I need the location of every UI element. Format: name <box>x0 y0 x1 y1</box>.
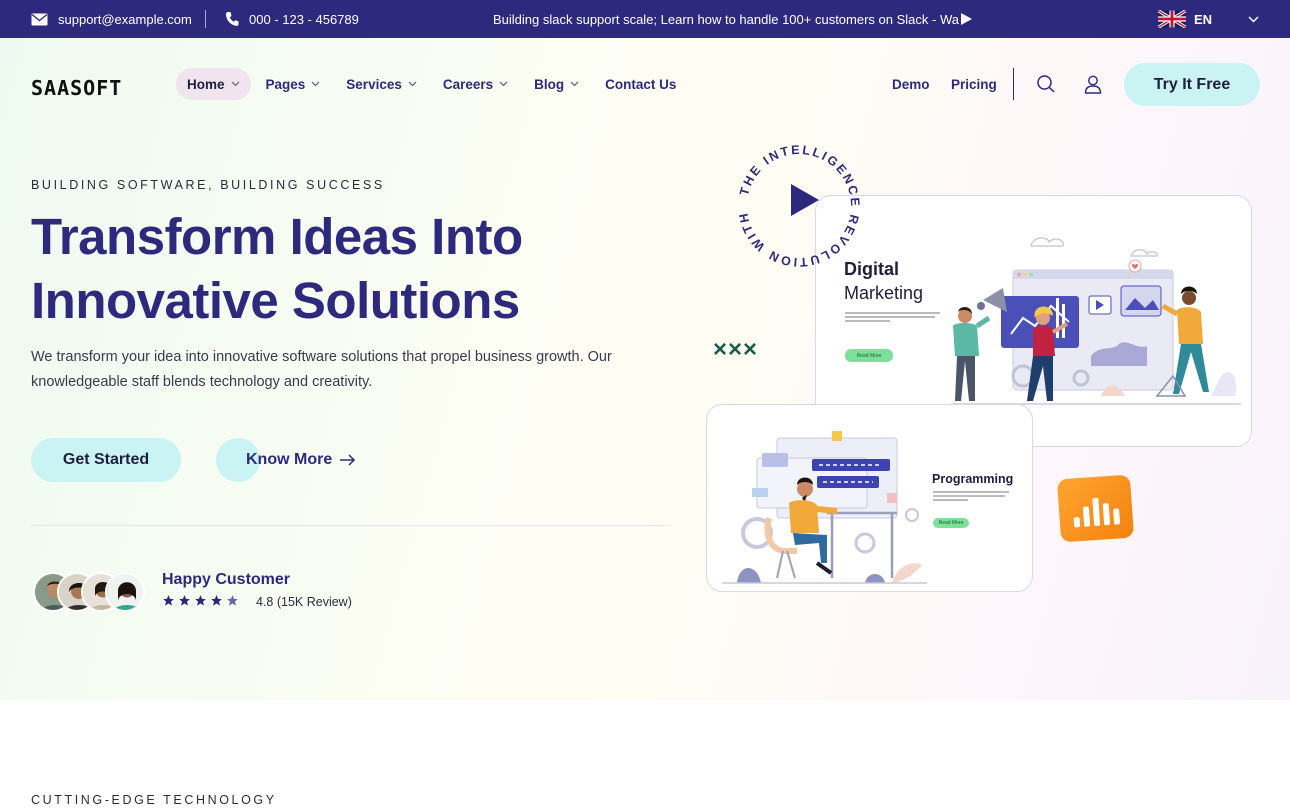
ai-revolution-badge[interactable]: THE INTELLIGENCE REVOLUTION WITH AI <box>733 140 865 272</box>
chevron-down-icon <box>1248 15 1259 23</box>
nav-label: Careers <box>442 76 494 92</box>
chevron-down-icon <box>570 81 579 87</box>
nav-label: Home <box>187 76 225 92</box>
section-eyebrow: CUTTING-EDGE TECHNOLOGY <box>31 793 277 807</box>
headline-line-2: Innovative Solutions <box>31 272 520 329</box>
star-half-icon <box>227 595 238 606</box>
nav-item-home[interactable]: Home <box>176 68 251 100</box>
icon-bar <box>1073 517 1080 528</box>
email-contact[interactable]: support@example.com <box>31 0 192 38</box>
main-nav: Home Pages Services Careers Blog Contact… <box>176 68 687 100</box>
search-icon <box>1037 75 1055 93</box>
get-started-button[interactable]: Get Started <box>31 438 181 482</box>
chevron-down-icon <box>311 81 320 87</box>
phone-icon <box>225 12 239 26</box>
star-icon <box>211 595 222 606</box>
site-logo[interactable]: SAASOFT <box>31 76 122 100</box>
customer-avatars <box>33 572 148 612</box>
hero-lead: We transform your idea into innovative s… <box>31 349 612 390</box>
announcement-ticker[interactable]: Building slack support scale; Learn how … <box>493 0 972 38</box>
marketing-illustration <box>951 237 1241 405</box>
play-icon <box>791 184 819 216</box>
nav-item-pages[interactable]: Pages <box>255 68 332 100</box>
divider <box>205 10 206 28</box>
top-bar: support@example.com 000 - 123 - 456789 B… <box>0 0 1290 38</box>
programming-illustration <box>722 431 927 584</box>
star-icon <box>179 595 190 606</box>
icon-bar <box>1091 497 1100 527</box>
chevron-down-icon <box>408 81 417 87</box>
pricing-link[interactable]: Pricing <box>951 68 997 100</box>
analytics-chart-icon <box>1056 474 1135 543</box>
chevron-down-icon <box>499 81 508 87</box>
rating-text: 4.8 (15K Review) <box>256 595 352 609</box>
chevron-down-icon <box>231 81 239 87</box>
icon-bar <box>1102 503 1110 526</box>
know-more-text: Know More <box>246 451 333 468</box>
header-divider <box>1013 68 1014 100</box>
language-selector[interactable]: EN <box>1158 0 1259 38</box>
icon-bar <box>1112 508 1120 525</box>
demo-link[interactable]: Demo <box>892 68 930 100</box>
phone-text: 000 - 123 - 456789 <box>249 11 359 27</box>
divider <box>31 525 669 526</box>
ticker-text: Building slack support scale; Learn how … <box>493 11 959 27</box>
account-button[interactable] <box>1081 72 1105 96</box>
programming-card: Programming Read More <box>706 404 1033 592</box>
card-title: Programming <box>932 472 1014 486</box>
nav-item-services[interactable]: Services <box>335 68 428 100</box>
nav-label: Contact Us <box>605 76 677 92</box>
avatar <box>105 572 145 612</box>
nav-item-blog[interactable]: Blog <box>523 68 590 100</box>
arrow-right-icon <box>340 454 356 466</box>
icon-bar <box>1082 506 1090 527</box>
language-code: EN <box>1194 11 1213 27</box>
nav-item-contact[interactable]: Contact Us <box>594 68 687 100</box>
read-more-button[interactable]: Read More <box>933 518 969 528</box>
decorative-crosses: ××× <box>713 336 759 363</box>
email-text: support@example.com <box>58 11 192 27</box>
hero-headline: Transform Ideas Into Innovative Solution… <box>31 205 591 333</box>
nav-label: Pages <box>265 76 306 92</box>
star-icon <box>195 595 206 606</box>
try-it-free-button[interactable]: Try It Free <box>1124 63 1260 106</box>
read-more-button[interactable]: Read More <box>845 349 893 362</box>
happy-customer-title: Happy Customer <box>162 571 291 588</box>
play-icon <box>960 13 972 25</box>
nav-item-careers[interactable]: Careers <box>432 68 519 100</box>
star-icon <box>163 595 174 606</box>
know-more-button[interactable]: Know More <box>216 438 356 482</box>
headline-line-1: Transform Ideas Into <box>31 208 523 265</box>
star-rating <box>162 594 239 607</box>
card-placeholder-text <box>845 310 945 324</box>
uk-flag-icon <box>1158 10 1186 28</box>
search-button[interactable] <box>1034 72 1058 96</box>
card-title-line-2: Marketing <box>844 283 924 303</box>
mail-icon <box>31 13 48 25</box>
user-icon <box>1084 75 1102 94</box>
phone-contact[interactable]: 000 - 123 - 456789 <box>225 0 359 38</box>
nav-label: Blog <box>534 76 565 92</box>
card-placeholder-text <box>933 489 1013 503</box>
know-more-label: Know More <box>246 451 356 469</box>
nav-label: Services <box>346 76 402 92</box>
hero-eyebrow: BUILDING SOFTWARE, BUILDING SUCCESS <box>31 178 385 192</box>
